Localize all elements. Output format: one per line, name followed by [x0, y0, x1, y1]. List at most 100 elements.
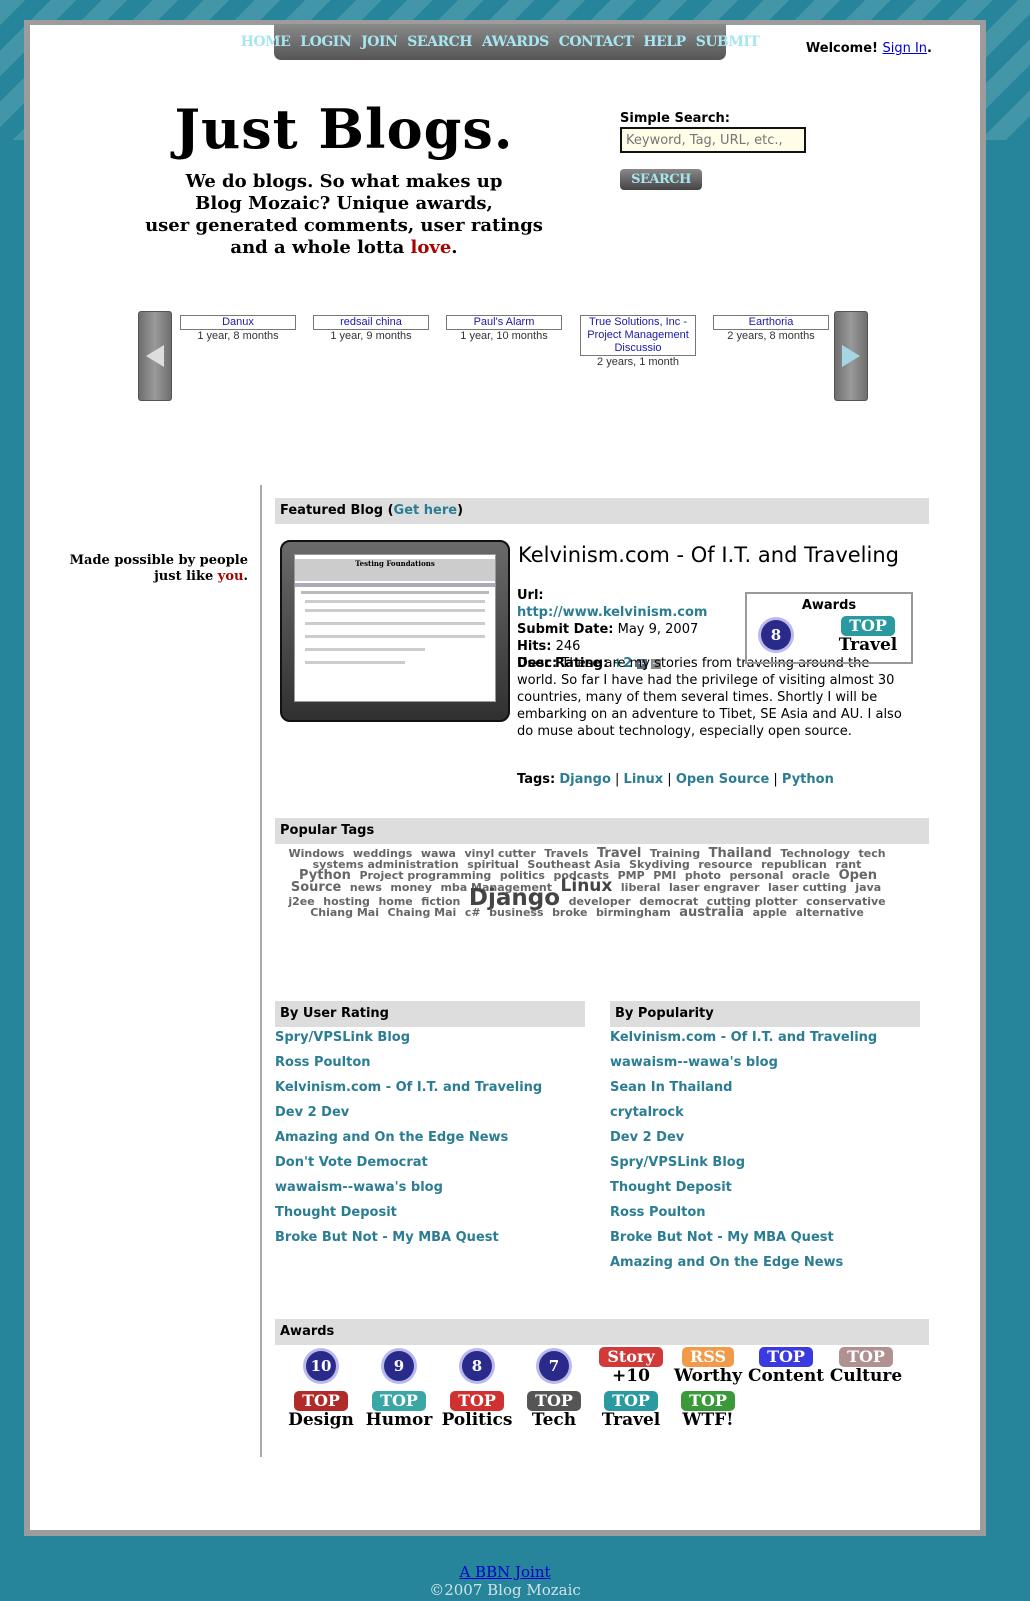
tag-cloud-item[interactable]: Linux: [561, 876, 613, 896]
award-top-culture[interactable]: TOP Culture: [827, 1347, 905, 1386]
award-top-travel[interactable]: TOP Travel: [835, 616, 901, 655]
carousel-item-name[interactable]: Paul's Alarm: [446, 315, 562, 330]
carousel-item-name[interactable]: redsail china: [313, 315, 429, 330]
nav-login[interactable]: LOGIN: [295, 34, 356, 50]
list-item[interactable]: Dev 2 Dev: [610, 1125, 877, 1150]
award-top-wtf[interactable]: TOP WTF!: [669, 1391, 747, 1430]
award-top-politics[interactable]: TOP Politics: [438, 1391, 516, 1430]
sign-in-link[interactable]: Sign In: [882, 41, 927, 56]
you-text: you: [217, 569, 244, 584]
tag-cloud-item[interactable]: laser engraver: [669, 881, 760, 894]
list-item[interactable]: Amazing and On the Edge News: [275, 1125, 542, 1150]
tag-link[interactable]: Open Source: [676, 772, 769, 787]
featured-blog-description: Desc: These are my stories from travelin…: [517, 655, 913, 740]
list-item[interactable]: Amazing and On the Edge News: [610, 1250, 877, 1275]
tag-cloud-item[interactable]: alternative: [796, 906, 864, 919]
carousel-item-name[interactable]: Danux: [180, 315, 296, 330]
award-badge-8[interactable]: 8: [761, 620, 791, 650]
tag-cloud-item[interactable]: java: [855, 881, 881, 894]
tag-cloud-item[interactable]: birmingham: [596, 906, 671, 919]
carousel-item[interactable]: Paul's Alarm 1 year, 10 months: [446, 315, 562, 342]
tag-link[interactable]: Python: [782, 772, 834, 787]
carousel-item[interactable]: Earthoria 2 years, 8 months: [713, 315, 829, 342]
tag-cloud-item[interactable]: tech: [858, 847, 885, 860]
get-here-link[interactable]: Get here: [394, 503, 458, 518]
award-sub: +10: [612, 1366, 650, 1386]
award-sub: Tech: [531, 1410, 577, 1430]
awards-box-title: Awards: [801, 598, 857, 613]
tag-cloud-item[interactable]: australia: [679, 905, 744, 920]
tag-link[interactable]: Django: [559, 772, 611, 787]
list-item[interactable]: crytalrock: [610, 1100, 877, 1125]
award-rank-8[interactable]: 8: [438, 1351, 516, 1381]
tag-cloud-item[interactable]: broke: [552, 906, 587, 919]
search-button[interactable]: SEARCH: [620, 169, 702, 190]
list-item[interactable]: Thought Deposit: [275, 1200, 542, 1225]
nav-search[interactable]: SEARCH: [402, 34, 477, 50]
featured-url-link[interactable]: http://www.kelvinism.com: [517, 605, 707, 620]
carousel-item-name[interactable]: True Solutions, Inc - Project Management…: [580, 315, 696, 356]
carousel-item-age: 1 year, 10 months: [460, 330, 548, 342]
list-item[interactable]: Broke But Not - My MBA Quest: [275, 1225, 542, 1250]
award-rank-9[interactable]: 9: [360, 1351, 438, 1381]
sidebar-divider: [260, 485, 262, 1457]
tag-cloud-item[interactable]: money: [390, 881, 431, 894]
list-item[interactable]: Kelvinism.com - Of I.T. and Traveling: [275, 1075, 542, 1100]
list-item[interactable]: Spry/VPSLink Blog: [610, 1150, 877, 1175]
list-item[interactable]: Broke But Not - My MBA Quest: [610, 1225, 877, 1250]
nav-awards[interactable]: AWARDS: [477, 34, 554, 50]
award-top-content[interactable]: TOP Content: [745, 1347, 827, 1386]
award-sub: Worthy: [673, 1366, 743, 1386]
featured-blog-thumbnail[interactable]: Testing Foundations: [280, 540, 510, 722]
list-item[interactable]: Spry/VPSLink Blog: [275, 1025, 542, 1050]
award-rss-worthy[interactable]: RSS Worthy: [669, 1347, 747, 1386]
award-pill: TOP: [372, 1391, 426, 1411]
tag-link[interactable]: Linux: [624, 772, 664, 787]
badge-number: 8: [761, 620, 791, 650]
tag-cloud-item[interactable]: Chiang Mai: [310, 906, 379, 919]
nav-submit[interactable]: SUBMIT: [691, 34, 765, 50]
list-item[interactable]: Ross Poulton: [610, 1200, 877, 1225]
list-item[interactable]: Sean In Thailand: [610, 1075, 877, 1100]
nav-join[interactable]: JOIN: [356, 34, 402, 50]
award-top-humor[interactable]: TOP Humor: [360, 1391, 438, 1430]
carousel-item[interactable]: Danux 1 year, 8 months: [180, 315, 296, 342]
nav-home[interactable]: HOME: [236, 34, 296, 50]
list-item[interactable]: Dev 2 Dev: [275, 1100, 542, 1125]
carousel-prev-button[interactable]: [138, 311, 172, 401]
list-item[interactable]: wawaism--wawa's blog: [275, 1175, 542, 1200]
award-top-design[interactable]: TOP Design: [282, 1391, 360, 1430]
tag-cloud-item[interactable]: Chaing Mai: [388, 906, 457, 919]
carousel-item[interactable]: redsail china 1 year, 9 months: [313, 315, 429, 342]
awards-heading: Awards: [275, 1319, 929, 1345]
list-item[interactable]: Kelvinism.com - Of I.T. and Traveling: [610, 1025, 877, 1050]
award-story-plus-10[interactable]: Story +10: [592, 1347, 670, 1386]
list-item[interactable]: wawaism--wawa's blog: [610, 1050, 877, 1075]
carousel-item-name[interactable]: Earthoria: [713, 315, 829, 330]
award-rank-7[interactable]: 7: [515, 1351, 593, 1381]
list-item[interactable]: Don't Vote Democrat: [275, 1150, 542, 1175]
nav-contact[interactable]: CONTACT: [554, 34, 639, 50]
award-top-travel[interactable]: TOP Travel: [592, 1391, 670, 1430]
award-rank-10[interactable]: 10: [282, 1351, 360, 1381]
list-item[interactable]: Ross Poulton: [275, 1050, 542, 1075]
featured-blog-title[interactable]: Kelvinism.com - Of I.T. and Traveling: [518, 543, 899, 567]
tag-cloud-item[interactable]: apple: [753, 906, 787, 919]
tag-cloud-item[interactable]: c#: [465, 906, 481, 919]
carousel-item-age: 2 years, 1 month: [597, 356, 679, 368]
tag-cloud-item[interactable]: liberal: [621, 881, 661, 894]
search-label: Simple Search:: [620, 111, 730, 126]
nav-help[interactable]: HELP: [638, 34, 690, 50]
arrow-left-icon: [146, 345, 164, 367]
thumbnail-line: [305, 622, 485, 625]
search-input[interactable]: [620, 127, 806, 153]
award-top-tech[interactable]: TOP Tech: [515, 1391, 593, 1430]
tag-cloud-item[interactable]: laser cutting: [768, 881, 847, 894]
tag-cloud-item[interactable]: business: [489, 906, 543, 919]
carousel-item[interactable]: True Solutions, Inc - Project Management…: [580, 315, 696, 368]
carousel-next-button[interactable]: [834, 311, 868, 401]
list-item[interactable]: Thought Deposit: [610, 1175, 877, 1200]
just-like-text: just like: [154, 569, 218, 584]
footer-link[interactable]: A BBN Joint: [459, 1563, 550, 1581]
tag-cloud-item[interactable]: news: [350, 881, 382, 894]
